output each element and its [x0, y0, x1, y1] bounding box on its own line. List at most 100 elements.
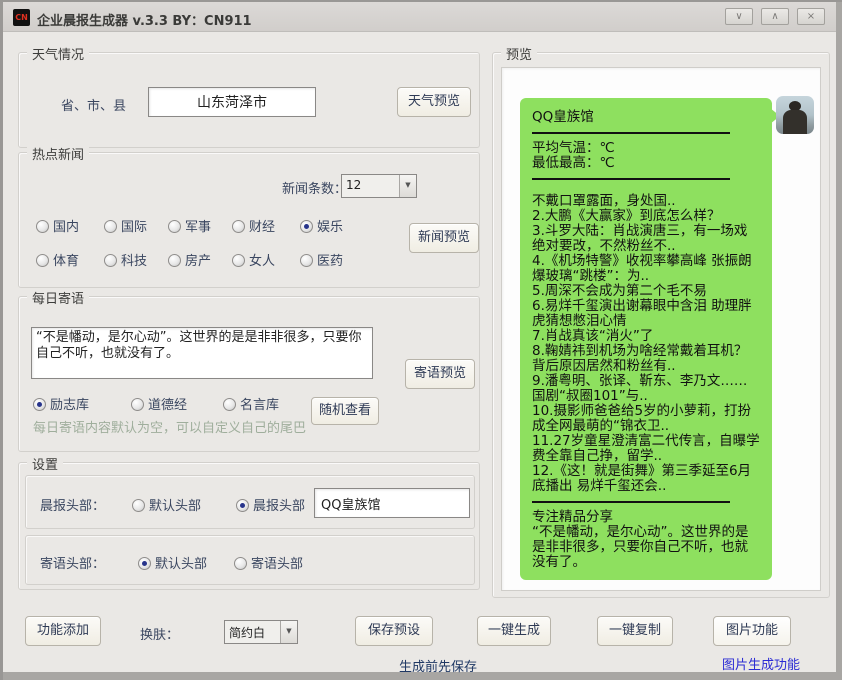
save-first-note: 生成前先保存 [399, 656, 477, 675]
option-label: 默认头部 [149, 499, 201, 514]
news-line: 不戴口罩露面，身处国.. [532, 194, 760, 209]
image-generation-link[interactable]: 图片生成功能 [722, 654, 800, 673]
weather-preview-button[interactable]: 天气预览 [397, 87, 471, 117]
category-radio-medicine[interactable]: 医药 [300, 250, 343, 269]
chevron-down-icon[interactable]: ▼ [399, 175, 416, 197]
radio-icon [234, 557, 247, 570]
option-label: 默认头部 [155, 557, 207, 572]
weather-group: 天气情况 省、市、县 天气预览 [18, 52, 480, 148]
one-click-copy-button[interactable]: 一键复制 [597, 616, 673, 646]
source-radio-quotes[interactable]: 名言库 [223, 394, 279, 413]
morning-header-custom-radio[interactable]: 晨报头部 [236, 495, 305, 514]
category-radio-finance[interactable]: 财经 [232, 216, 275, 235]
morning-header-input[interactable] [314, 488, 470, 518]
news-count-select[interactable]: 12 ▼ [341, 174, 417, 198]
image-function-button[interactable]: 图片功能 [713, 616, 791, 646]
news-group: 热点新闻 新闻条数： 12 ▼ 国内 国际 军事 财经 娱乐 体育 科技 房产 … [18, 152, 480, 288]
radio-icon [36, 220, 49, 233]
message-header-row: 寄语头部： 默认头部 寄语头部 [25, 535, 475, 585]
add-function-button[interactable]: 功能添加 [25, 616, 101, 646]
category-radio-domestic[interactable]: 国内 [36, 216, 79, 235]
news-line: 11.27岁童星澄清富二代传言，自曝学费全靠自己挣，留学.. [532, 434, 760, 464]
radio-icon [131, 398, 144, 411]
radio-icon [232, 220, 245, 233]
source-label: 励志库 [50, 398, 89, 413]
category-label: 科技 [121, 254, 147, 269]
region-label: 省、市、县 [61, 95, 126, 114]
preview-group-title: 预览 [501, 44, 537, 63]
news-line: 6.易烊千玺演出谢幕眼中含泪 助理胖虎猜想憋泪心情 [532, 299, 760, 329]
preview-group: 预览 QQ皇族馆 平均气温：℃最低最高：℃ 不戴口罩露面，身处国..2.大鹏《大… [492, 52, 830, 598]
skin-select[interactable]: 简约白 ▼ [224, 620, 298, 644]
app-logo-icon: CN [13, 9, 30, 26]
category-radio-sports[interactable]: 体育 [36, 250, 79, 269]
category-radio-international[interactable]: 国际 [104, 216, 147, 235]
news-line: 8.鞠婧祎到机场为啥经常戴着耳机？背后原因居然和粉丝有.. [532, 344, 760, 374]
window-title: 企业晨报生成器 v.3.3 BY：CN911 [37, 10, 252, 29]
news-line: 5.周深不会成为第二个毛不易 [532, 284, 760, 299]
category-radio-tech[interactable]: 科技 [104, 250, 147, 269]
option-label: 晨报头部 [253, 499, 305, 514]
daily-message-group-title: 每日寄语 [27, 288, 89, 307]
bubble-footer-title: 专注精品分享 [532, 510, 760, 525]
source-radio-motivational[interactable]: 励志库 [33, 394, 89, 413]
news-count-value: 12 [342, 175, 399, 197]
preview-panel: QQ皇族馆 平均气温：℃最低最高：℃ 不戴口罩露面，身处国..2.大鹏《大赢家》… [501, 67, 821, 591]
category-label: 国内 [53, 220, 79, 235]
category-label: 军事 [185, 220, 211, 235]
radio-icon [104, 220, 117, 233]
message-header-default-radio[interactable]: 默认头部 [138, 553, 207, 572]
chevron-down-icon[interactable]: ▼ [280, 621, 297, 643]
daily-message-hint: 每日寄语内容默认为空，可以自定义自己的尾巴 [33, 417, 306, 436]
radio-icon [132, 499, 145, 512]
random-view-button[interactable]: 随机查看 [311, 397, 379, 425]
radio-icon [168, 254, 181, 267]
maximize-button[interactable]: ∧ [761, 8, 789, 25]
radio-checked-icon [33, 398, 46, 411]
radio-icon [168, 220, 181, 233]
radio-icon [232, 254, 245, 267]
category-radio-military[interactable]: 军事 [168, 216, 211, 235]
bubble-weather-lines: 平均气温：℃最低最高：℃ [532, 141, 760, 171]
news-preview-button[interactable]: 新闻预览 [409, 223, 479, 253]
message-preview-button[interactable]: 寄语预览 [405, 359, 475, 389]
weather-line: 最低最高：℃ [532, 156, 760, 171]
category-label: 医药 [317, 254, 343, 269]
avatar [776, 96, 814, 134]
news-line: 7.肖战真该“消火”了 [532, 329, 760, 344]
daily-message-group: 每日寄语 “不是幡动，是尔心动”。这世界的是是非非很多，只要你自己不听，也就没有… [18, 296, 480, 452]
settings-group: 设置 晨报头部： 默认头部 晨报头部 寄语头部： 默认头部 寄语头部 [18, 462, 480, 590]
daily-message-textarea[interactable]: “不是幡动，是尔心动”。这世界的是是非非很多，只要你自己不听，也就没有了。 [31, 327, 373, 379]
divider [532, 132, 730, 134]
radio-checked-icon [236, 499, 249, 512]
close-button[interactable]: × [797, 8, 825, 25]
save-preset-button[interactable]: 保存预设 [355, 616, 433, 646]
region-input[interactable] [148, 87, 316, 117]
message-header-custom-radio[interactable]: 寄语头部 [234, 553, 303, 572]
source-label: 道德经 [148, 398, 187, 413]
morning-header-row: 晨报头部： 默认头部 晨报头部 [25, 475, 475, 529]
radio-checked-icon [138, 557, 151, 570]
chat-bubble: QQ皇族馆 平均气温：℃最低最高：℃ 不戴口罩露面，身处国..2.大鹏《大赢家》… [520, 98, 772, 580]
bubble-footer-text: “不是幡动，是尔心动”。这世界的是是非非很多，只要你自己不听，也就没有了。 [532, 525, 760, 570]
category-label: 体育 [53, 254, 79, 269]
category-radio-realestate[interactable]: 房产 [168, 250, 211, 269]
one-click-generate-button[interactable]: 一键生成 [477, 616, 551, 646]
category-radio-women[interactable]: 女人 [232, 250, 275, 269]
morning-header-default-radio[interactable]: 默认头部 [132, 495, 201, 514]
category-label: 财经 [249, 220, 275, 235]
category-label: 女人 [249, 254, 275, 269]
source-radio-daodejing[interactable]: 道德经 [131, 394, 187, 413]
news-count-label: 新闻条数： [282, 178, 347, 197]
title-bar: CN 企业晨报生成器 v.3.3 BY：CN911 ∨ ∧ × [3, 2, 836, 32]
category-radio-entertainment[interactable]: 娱乐 [300, 216, 343, 235]
bubble-title: QQ皇族馆 [532, 110, 760, 125]
bubble-news-list: 不戴口罩露面，身处国..2.大鹏《大赢家》到底怎么样？3.斗罗大陆：肖战演唐三，… [532, 194, 760, 494]
news-group-title: 热点新闻 [27, 144, 89, 163]
category-label: 国际 [121, 220, 147, 235]
option-label: 寄语头部 [251, 557, 303, 572]
skin-label: 换肤： [140, 624, 179, 643]
radio-icon [223, 398, 236, 411]
news-line: 3.斗罗大陆：肖战演唐三，有一场戏绝对要改，不然粉丝不.. [532, 224, 760, 254]
minimize-button[interactable]: ∨ [725, 8, 753, 25]
